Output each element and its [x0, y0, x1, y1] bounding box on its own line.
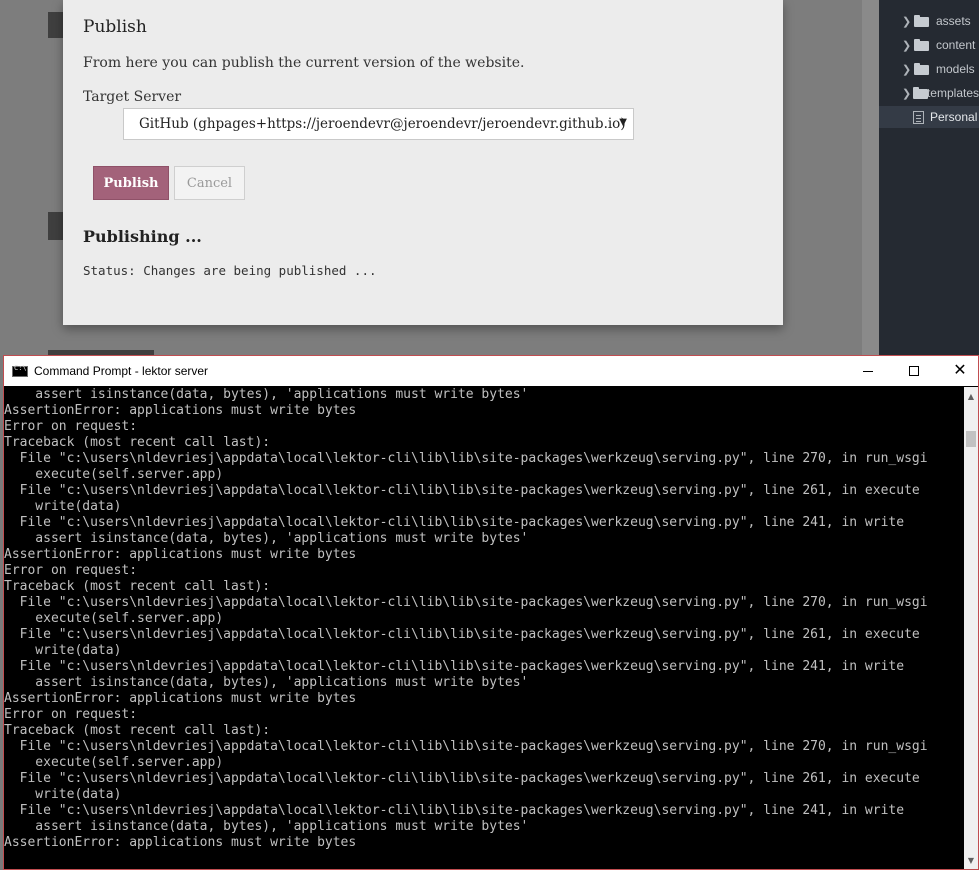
dialog-title: Publish [83, 17, 147, 37]
tree-item-label: content [936, 38, 976, 52]
console-line: write(data) [4, 499, 122, 514]
console-line: File "c:\users\nldevriesj\appdata\local\… [4, 659, 905, 674]
tree-item-label: Personal [930, 110, 978, 124]
close-button[interactable]: ✕ [937, 356, 979, 386]
console-line: assert isinstance(data, bytes), 'applica… [4, 819, 529, 834]
scroll-thumb[interactable] [966, 431, 976, 447]
minimize-button[interactable] [845, 356, 891, 386]
chevron-right-icon: ❯ [902, 63, 912, 76]
dropdown-arrow-icon: ▼ [619, 117, 627, 128]
scroll-down-icon[interactable]: ▼ [964, 853, 978, 867]
file-tree-sidebar: ❯ assets ❯ content ❯ models ❯ templates … [879, 0, 979, 356]
tree-file-personal[interactable]: Personal [879, 106, 979, 128]
console-output[interactable]: assert isinstance(data, bytes), 'applica… [4, 387, 964, 869]
tree-item-label: assets [936, 14, 971, 28]
cancel-button[interactable]: Cancel [174, 166, 245, 200]
tree-folder-templates[interactable]: ❯ templates [879, 82, 979, 104]
console-line: write(data) [4, 787, 122, 802]
publish-dialog: Publish From here you can publish the cu… [63, 0, 783, 325]
console-line: Error on request: [4, 563, 138, 578]
chevron-right-icon: ❯ [902, 39, 912, 52]
console-line: AssertionError: applications must write … [4, 835, 357, 850]
console-icon [12, 364, 28, 377]
tree-item-label: templates [926, 86, 979, 100]
publishing-heading: Publishing ... [83, 227, 202, 246]
console-line: assert isinstance(data, bytes), 'applica… [4, 675, 529, 690]
chevron-right-icon: ❯ [902, 87, 912, 100]
console-line: execute(self.server.app) [4, 467, 224, 482]
folder-icon [914, 63, 930, 75]
chevron-right-icon: ❯ [902, 15, 912, 28]
publish-status: Status: Changes are being published ... [83, 263, 377, 278]
console-line: File "c:\users\nldevriesj\appdata\local\… [4, 771, 920, 786]
console-line: File "c:\users\nldevriesj\appdata\local\… [4, 739, 928, 754]
console-line: execute(self.server.app) [4, 755, 224, 770]
console-scrollbar[interactable]: ▲ ▼ [964, 387, 978, 869]
console-line: Traceback (most recent call last): [4, 579, 271, 594]
publish-button[interactable]: Publish [93, 166, 169, 200]
console-line: Traceback (most recent call last): [4, 435, 271, 450]
command-prompt-window: Command Prompt - lektor server ✕ assert … [3, 355, 979, 870]
console-line: Traceback (most recent call last): [4, 723, 271, 738]
console-line: Error on request: [4, 707, 138, 722]
window-title: Command Prompt - lektor server [34, 364, 209, 378]
tree-folder-content[interactable]: ❯ content [879, 34, 979, 56]
tree-folder-models[interactable]: ❯ models [879, 58, 979, 80]
target-server-label: Target Server [83, 89, 182, 105]
admin-panel-chip [48, 12, 64, 38]
console-line: File "c:\users\nldevriesj\appdata\local\… [4, 515, 905, 530]
console-line: execute(self.server.app) [4, 611, 224, 626]
file-icon [913, 110, 924, 124]
target-server-select[interactable]: GitHub (ghpages+https://jeroendevr@jeroe… [123, 108, 634, 140]
tree-folder-assets[interactable]: ❯ assets [879, 10, 979, 32]
folder-icon [914, 39, 930, 51]
scroll-up-icon[interactable]: ▲ [964, 389, 978, 403]
admin-scrollbar[interactable] [862, 0, 879, 356]
console-line: AssertionError: applications must write … [4, 403, 357, 418]
maximize-icon [909, 366, 919, 376]
admin-panel-chip [48, 212, 64, 240]
console-line: write(data) [4, 643, 122, 658]
console-line: Error on request: [4, 419, 138, 434]
dialog-description: From here you can publish the current ve… [83, 55, 525, 71]
selected-server-value: GitHub (ghpages+https://jeroendevr@jeroe… [139, 116, 626, 132]
window-titlebar[interactable]: Command Prompt - lektor server ✕ [4, 356, 978, 386]
tree-item-label: models [936, 62, 975, 76]
console-line: assert isinstance(data, bytes), 'applica… [4, 387, 529, 402]
folder-icon [913, 87, 928, 99]
console-line: AssertionError: applications must write … [4, 691, 357, 706]
minimize-icon [863, 370, 873, 372]
console-line: AssertionError: applications must write … [4, 547, 357, 562]
maximize-button[interactable] [891, 356, 937, 386]
folder-icon [914, 15, 930, 27]
console-line: File "c:\users\nldevriesj\appdata\local\… [4, 595, 928, 610]
console-line: File "c:\users\nldevriesj\appdata\local\… [4, 451, 928, 466]
console-line: File "c:\users\nldevriesj\appdata\local\… [4, 803, 905, 818]
console-line: File "c:\users\nldevriesj\appdata\local\… [4, 627, 920, 642]
console-line: assert isinstance(data, bytes), 'applica… [4, 531, 529, 546]
close-icon: ✕ [953, 362, 967, 379]
console-line: File "c:\users\nldevriesj\appdata\local\… [4, 483, 920, 498]
